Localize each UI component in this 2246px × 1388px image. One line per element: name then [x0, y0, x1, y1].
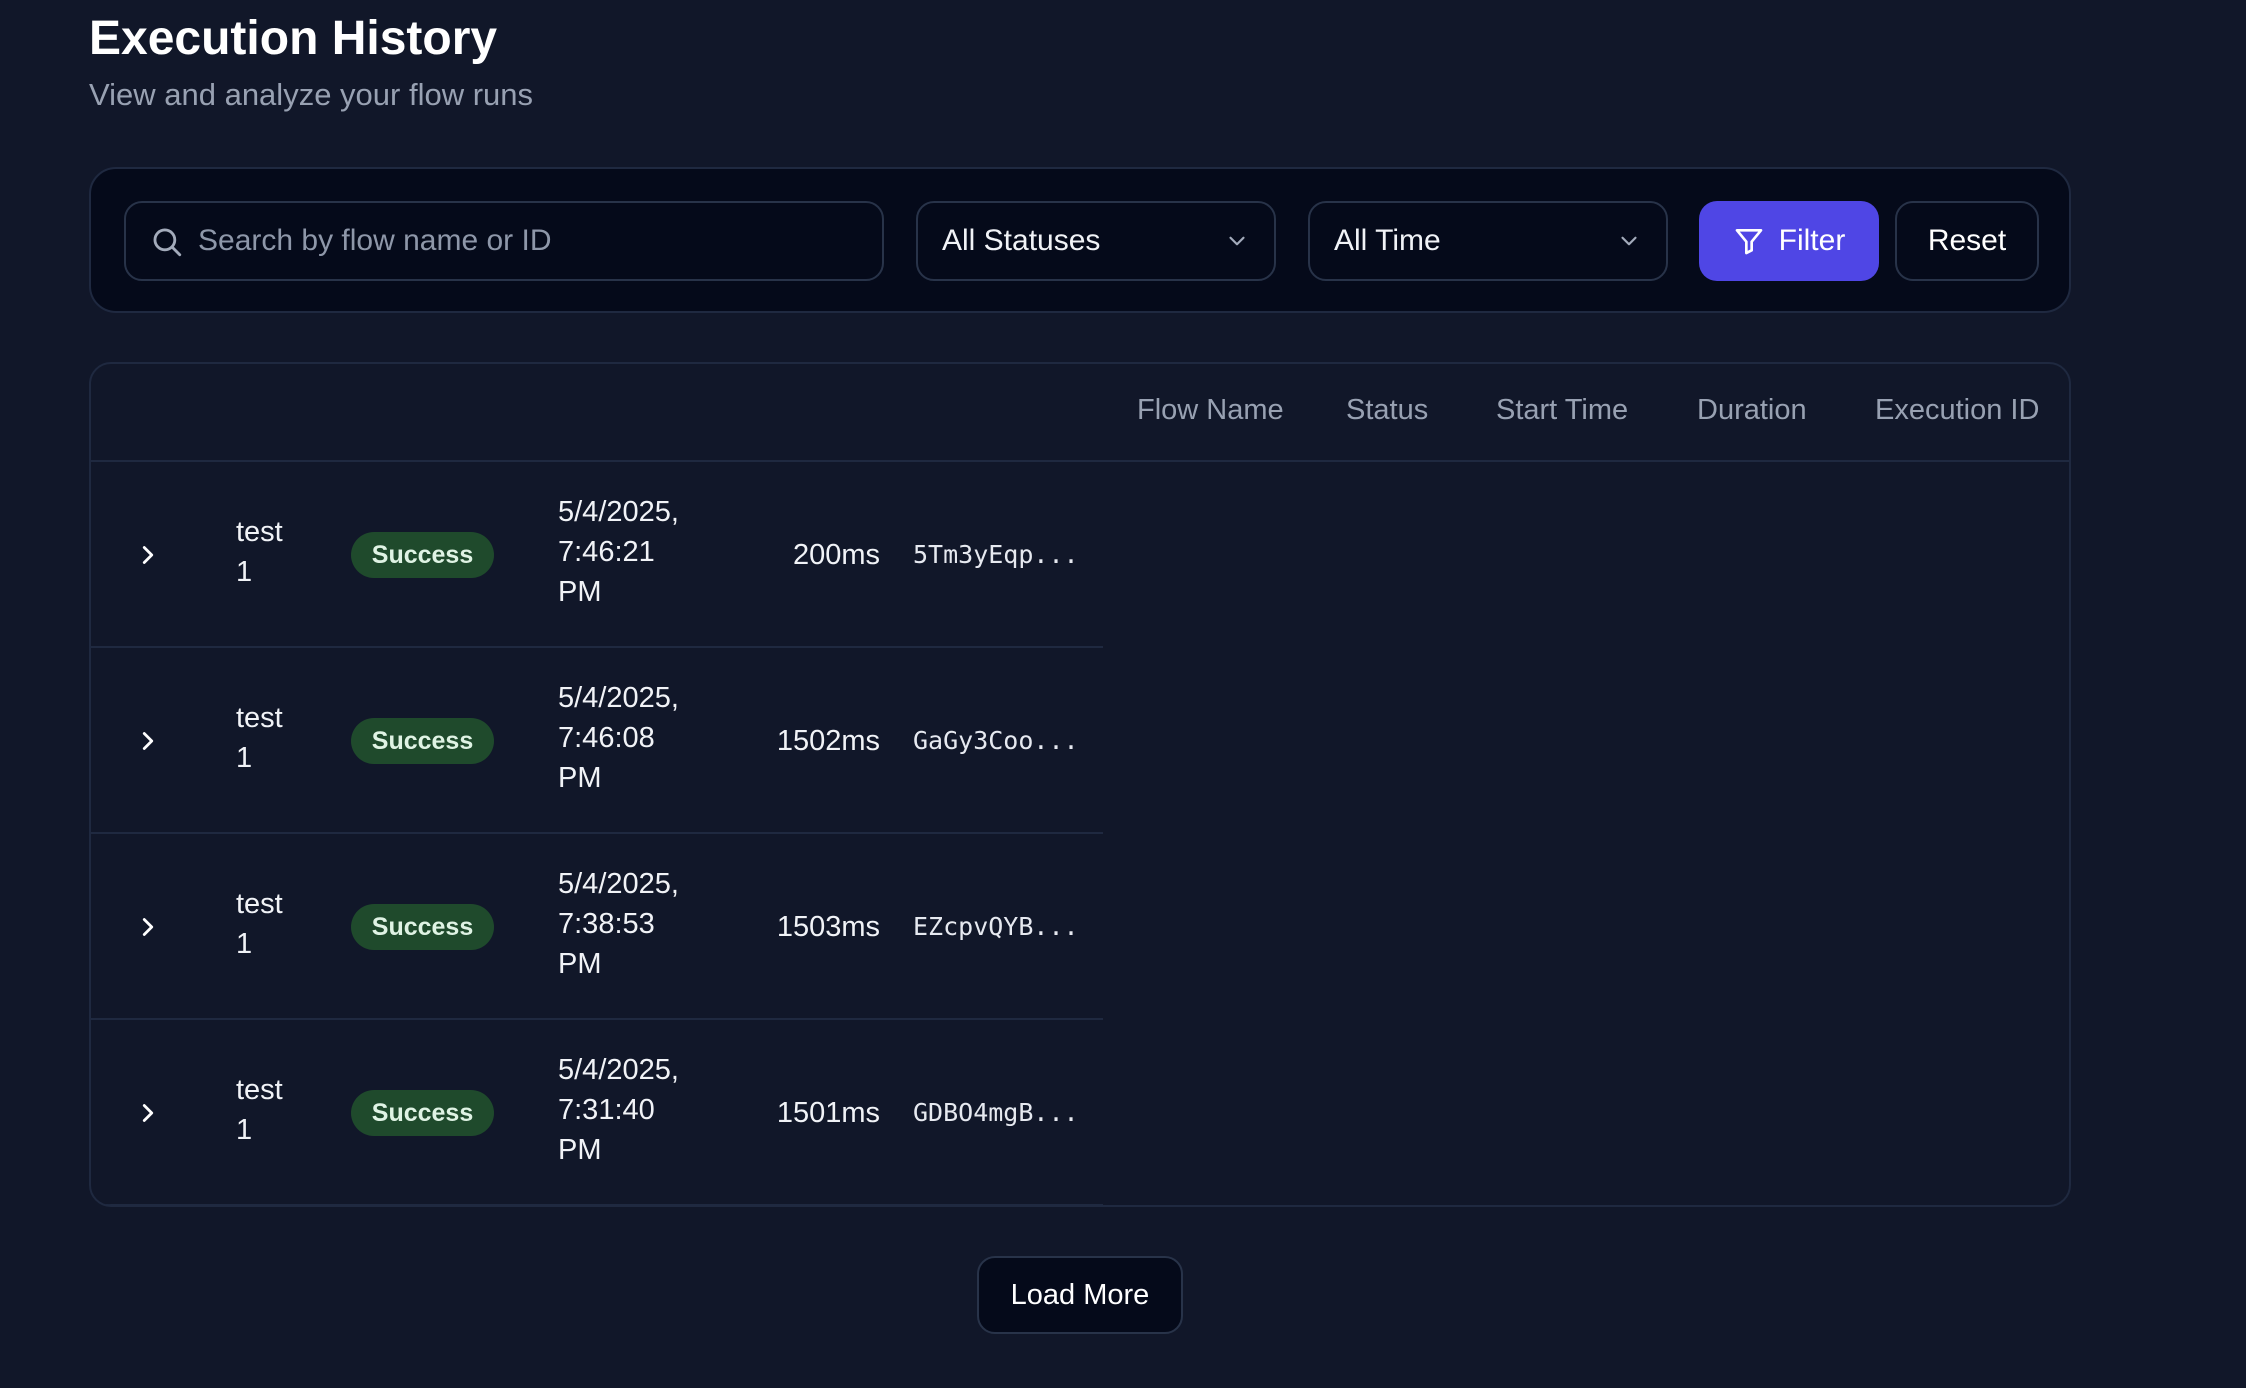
table-row[interactable]: test 1 Success 5/4/2025, 7:46:08 PM 1502… [91, 648, 1103, 834]
table-row[interactable]: test 1 Success 5/4/2025, 7:46:21 PM 200m… [91, 462, 1103, 648]
status-badge: Success [351, 1090, 494, 1136]
row-duration: 200ms [792, 539, 880, 571]
chevron-down-icon [1621, 236, 1637, 246]
row-execution-id: EZcpvQYB... [913, 912, 1079, 941]
funnel-icon [1735, 229, 1762, 255]
page-title: Execution History [89, 12, 498, 65]
reset-button[interactable]: Reset [1895, 201, 2039, 281]
status-badge: Success [351, 904, 494, 950]
column-header-execution-id[interactable]: Execution ID [1875, 394, 2039, 427]
row-execution-id: 5Tm3yEqp... [913, 540, 1079, 569]
row-flow-name: test 1 [236, 516, 283, 588]
column-header-flow-name[interactable]: Flow Name [1137, 394, 1284, 427]
search-input[interactable] [196, 211, 866, 271]
execution-table: Flow Name Status Start Time Duration Exe… [89, 362, 2071, 1207]
row-start-time: 5/4/2025, 7:38:53 PM [558, 868, 679, 980]
table-header: Flow Name Status Start Time Duration Exe… [91, 364, 2069, 462]
status-badge: Success [351, 532, 494, 578]
chevron-right-icon[interactable] [133, 912, 163, 942]
search-icon [153, 228, 182, 257]
row-start-time: 5/4/2025, 7:46:08 PM [558, 682, 679, 794]
row-execution-id: GaGy3Coo... [913, 726, 1079, 755]
table-row[interactable]: test 1 Success 5/4/2025, 7:38:53 PM 1503… [91, 834, 1103, 1020]
row-flow-name: test 1 [236, 888, 283, 960]
filter-button-label: Filter [1778, 224, 1846, 257]
chevron-right-icon[interactable] [133, 540, 163, 570]
column-header-duration[interactable]: Duration [1697, 394, 1807, 427]
row-start-time: 5/4/2025, 7:46:21 PM [558, 496, 679, 608]
filter-bar: All Statuses All Time Filter Reset [89, 167, 2071, 313]
chevron-right-icon[interactable] [133, 1098, 163, 1128]
status-badge: Success [351, 718, 494, 764]
load-more-button[interactable]: Load More [977, 1256, 1183, 1334]
chevron-down-icon [1229, 236, 1245, 246]
row-duration: 1502ms [776, 725, 880, 757]
row-duration: 1501ms [776, 1097, 880, 1129]
filter-button[interactable]: Filter [1699, 201, 1879, 281]
table-row[interactable]: test 1 Success 5/4/2025, 7:31:40 PM 1501… [91, 1020, 1103, 1205]
row-flow-name: test 1 [236, 702, 283, 774]
row-flow-name: test 1 [236, 1074, 283, 1146]
time-range-select-value: All Time [1334, 224, 1441, 257]
page-subtitle: View and analyze your flow runs [89, 77, 534, 112]
column-header-status[interactable]: Status [1346, 394, 1428, 427]
column-header-start-time[interactable]: Start Time [1496, 394, 1628, 427]
row-execution-id: GDBO4mgB... [913, 1098, 1079, 1127]
status-select-value: All Statuses [942, 224, 1101, 257]
chevron-right-icon[interactable] [133, 726, 163, 756]
row-start-time: 5/4/2025, 7:31:40 PM [558, 1054, 679, 1166]
status-select[interactable]: All Statuses [916, 201, 1276, 281]
time-range-select[interactable]: All Time [1308, 201, 1668, 281]
row-duration: 1503ms [776, 911, 880, 943]
search-box[interactable] [124, 201, 884, 281]
